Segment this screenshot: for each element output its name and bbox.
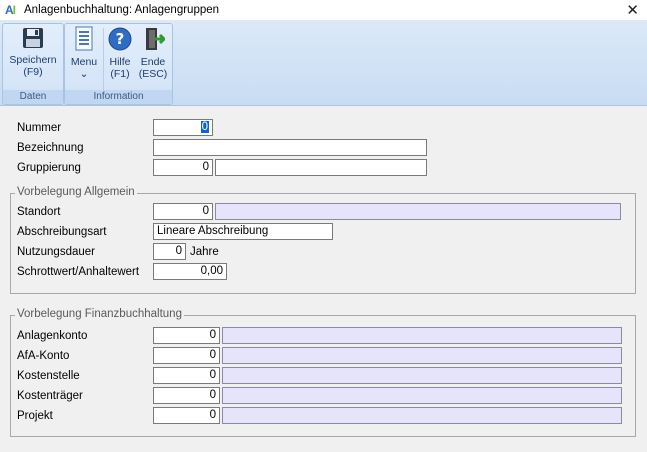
- standort-field[interactable]: 0: [153, 203, 213, 220]
- ribbon-group-label: Daten: [3, 90, 63, 104]
- allgemein-legend: Vorbelegung Allgemein: [15, 186, 137, 198]
- chevron-down-icon: ⌄: [79, 68, 89, 80]
- exit-door-icon: [146, 28, 165, 50]
- svg-text:?: ?: [116, 30, 125, 48]
- abschreibungsart-field[interactable]: Lineare Abschreibung: [153, 223, 333, 240]
- exit-button[interactable]: Ende (ESC): [136, 26, 170, 80]
- bezeichnung-label: Bezeichnung: [17, 142, 84, 154]
- kostenstelle-label: Kostenstelle: [17, 370, 80, 382]
- standort-description-field: [215, 203, 621, 220]
- gruppierung-label: Gruppierung: [17, 162, 81, 174]
- finanz-legend: Vorbelegung Finanzbuchhaltung: [15, 308, 184, 320]
- ribbon-toolbar: Speichern (F9) Daten Menu ⌄ ? Hilfe (F1): [0, 21, 647, 106]
- exit-button-shortcut: (ESC): [138, 68, 168, 80]
- schrottwert-label: Schrottwert/Anhaltewert: [17, 266, 140, 278]
- anlagenkonto-label: Anlagenkonto: [17, 330, 88, 342]
- projekt-field[interactable]: 0: [153, 407, 220, 424]
- afa-konto-description-field: [222, 347, 622, 364]
- schrottwert-field[interactable]: 0,00: [153, 263, 227, 280]
- help-button[interactable]: ? Hilfe (F1): [105, 26, 135, 80]
- document-list-icon: [75, 26, 93, 51]
- ribbon-group-daten: Speichern (F9) Daten: [2, 23, 64, 105]
- nummer-field[interactable]: 0: [153, 119, 213, 136]
- gruppierung-description-field[interactable]: [215, 159, 427, 176]
- kostenstelle-field[interactable]: 0: [153, 367, 220, 384]
- nummer-label: Nummer: [17, 122, 62, 134]
- close-icon[interactable]: ✕: [626, 1, 639, 19]
- help-button-label: Hilfe: [109, 56, 131, 68]
- projekt-label: Projekt: [17, 410, 53, 422]
- abschreibungsart-label: Abschreibungsart: [17, 226, 107, 238]
- afa-konto-label: AfA-Konto: [17, 350, 70, 362]
- nutzungsdauer-label: Nutzungsdauer: [17, 246, 95, 258]
- save-button-shortcut: (F9): [23, 66, 43, 78]
- help-icon: ?: [108, 27, 132, 51]
- help-button-shortcut: (F1): [110, 68, 130, 80]
- floppy-disk-icon: [23, 28, 43, 48]
- standort-label: Standort: [17, 206, 61, 218]
- gruppierung-field[interactable]: 0: [153, 159, 213, 176]
- kostentraeger-description-field: [222, 387, 622, 404]
- anlagenkonto-description-field: [222, 327, 622, 344]
- ribbon-group-information: Menu ⌄ ? Hilfe (F1) Ende (ESC) Informati…: [64, 23, 173, 105]
- menu-button-label: Menu: [70, 56, 98, 68]
- ribbon-separator: [103, 28, 104, 90]
- nutzungsdauer-unit: Jahre: [190, 246, 219, 258]
- projekt-description-field: [222, 407, 622, 424]
- title-bar: AI Anlagenbuchhaltung: Anlagengruppen ✕: [0, 0, 647, 21]
- nutzungsdauer-field[interactable]: 0: [153, 243, 186, 260]
- app-logo: AI: [5, 3, 16, 17]
- window-title: Anlagenbuchhaltung: Anlagengruppen: [24, 4, 220, 16]
- kostentraeger-field[interactable]: 0: [153, 387, 220, 404]
- kostentraeger-label: Kostenträger: [17, 390, 83, 402]
- bezeichnung-field[interactable]: [153, 139, 427, 156]
- save-button[interactable]: Speichern (F9): [7, 26, 59, 78]
- save-button-label: Speichern: [9, 54, 57, 66]
- ribbon-group-label: Information: [65, 90, 172, 104]
- menu-button[interactable]: Menu ⌄: [68, 26, 100, 80]
- kostenstelle-description-field: [222, 367, 622, 384]
- exit-button-label: Ende: [140, 56, 166, 68]
- afa-konto-field[interactable]: 0: [153, 347, 220, 364]
- anlagenkonto-field[interactable]: 0: [153, 327, 220, 344]
